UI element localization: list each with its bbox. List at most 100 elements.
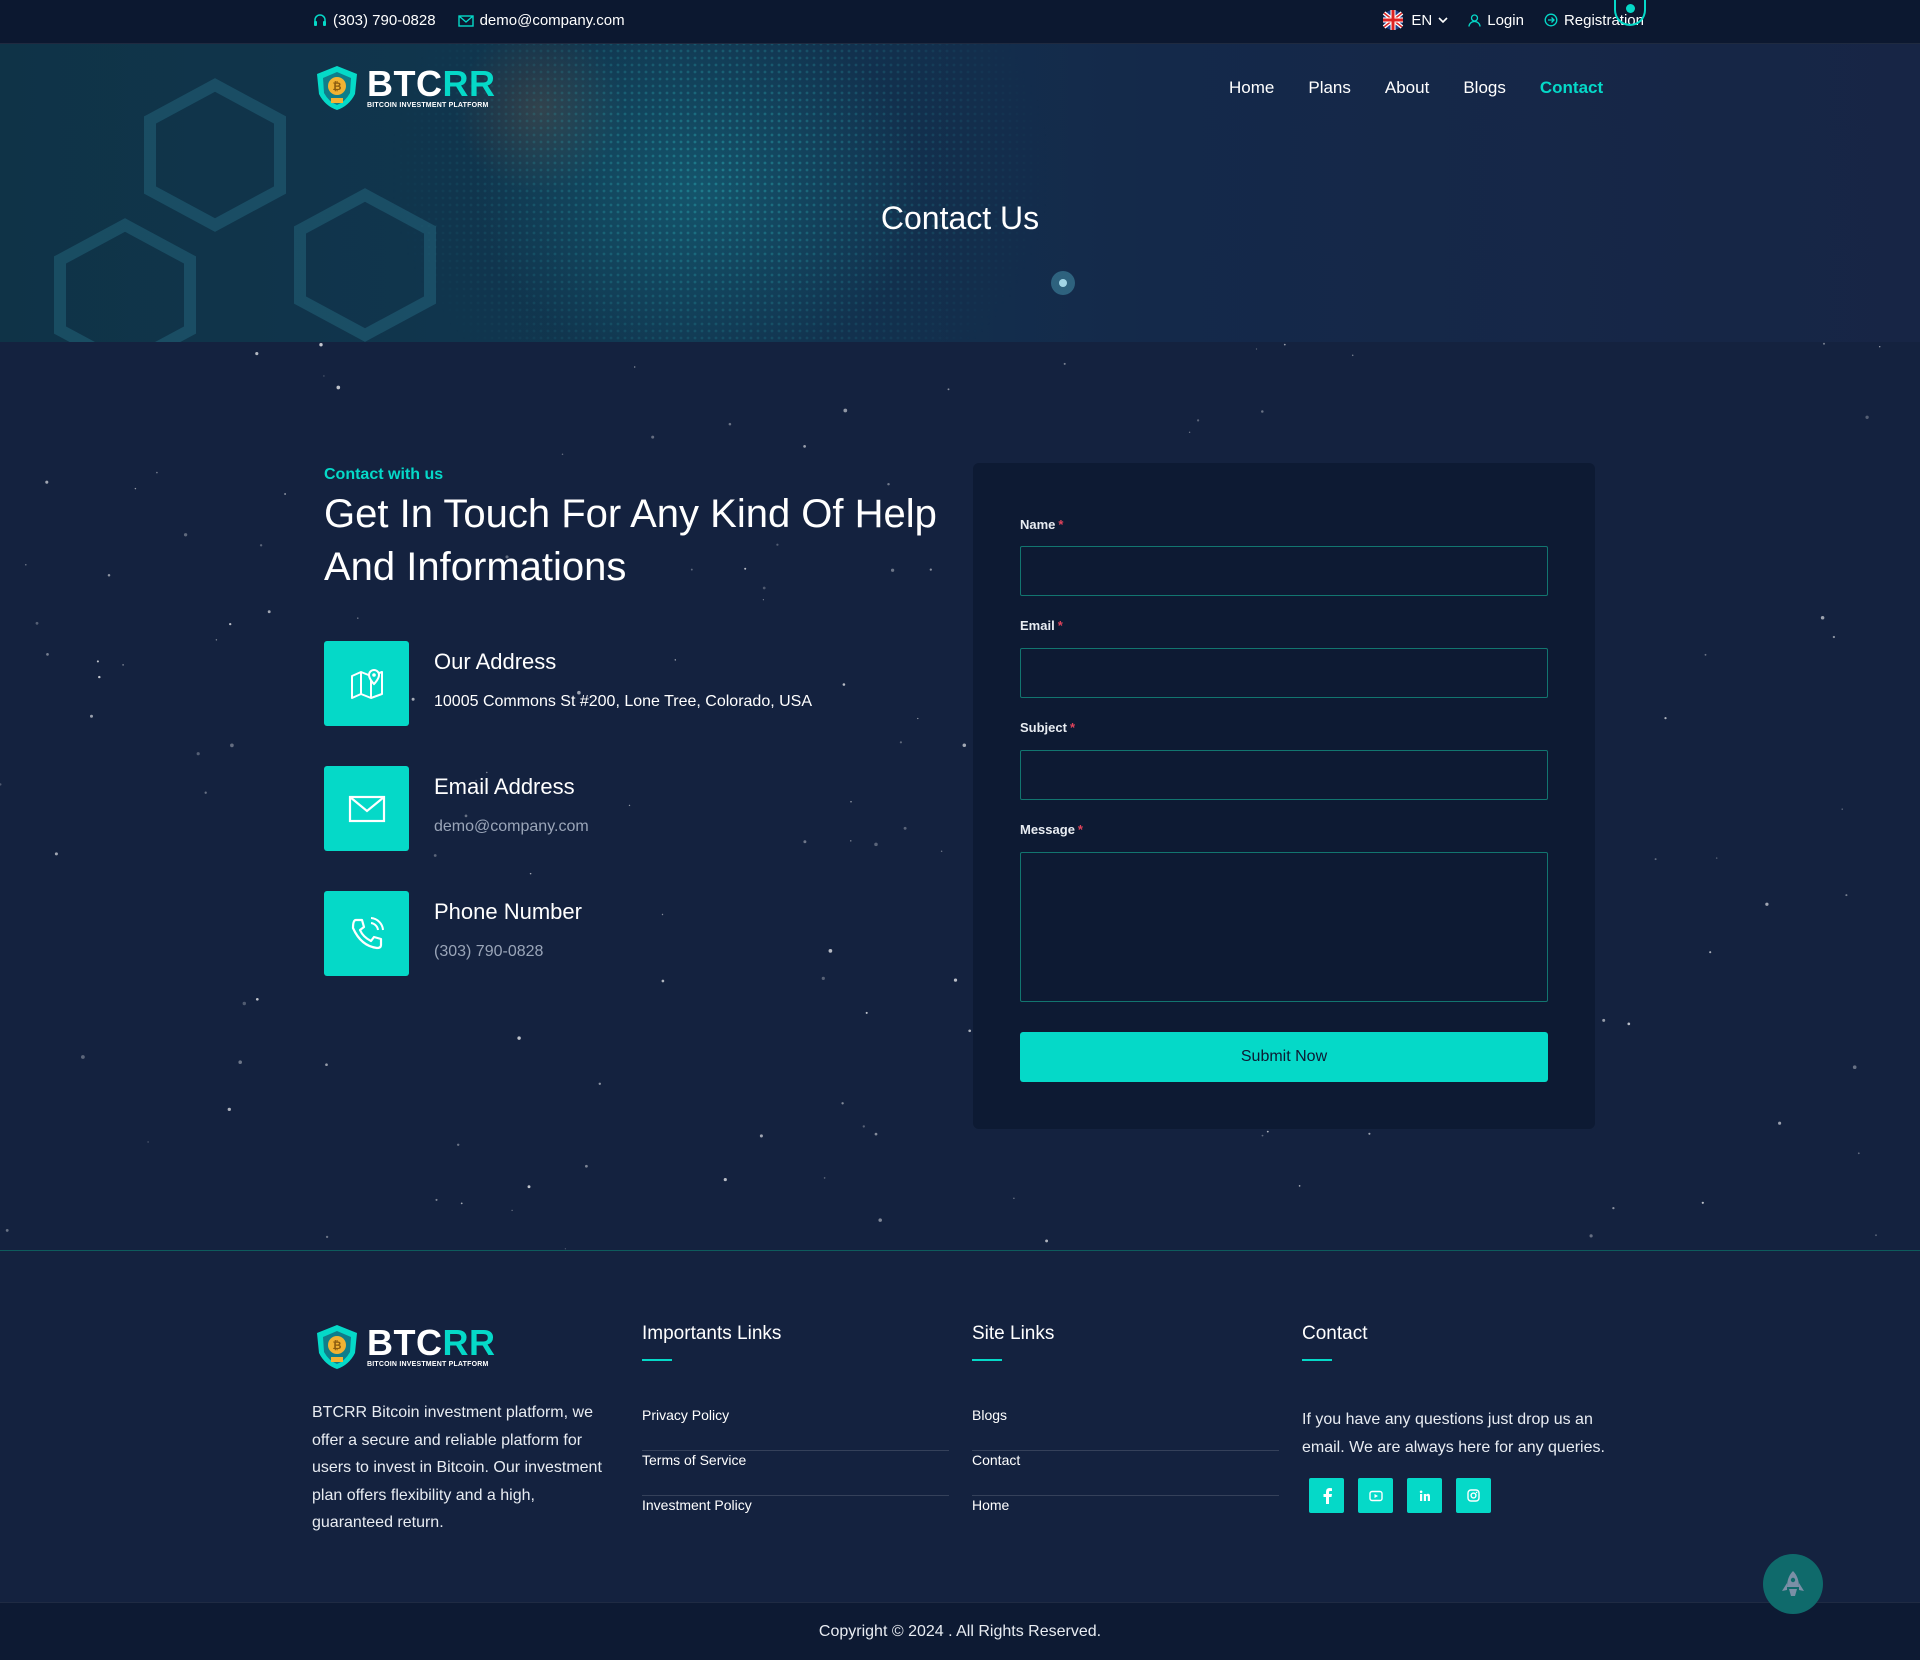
hero-background xyxy=(54,0,1080,342)
topbar-email[interactable]: demo@company.com xyxy=(457,12,625,29)
star xyxy=(517,1036,521,1040)
star xyxy=(134,487,137,490)
footer-logo[interactable]: ₿ BTCRR BITCOIN INVESTMENT PLATFORM xyxy=(313,1323,496,1371)
page-title: Contact Us xyxy=(880,200,1040,236)
info-email: Email Address demo@company.com xyxy=(324,766,589,851)
star xyxy=(634,366,636,368)
star xyxy=(1266,1130,1269,1133)
star xyxy=(1255,348,1258,350)
star xyxy=(215,639,218,641)
name-input[interactable] xyxy=(1020,546,1548,596)
nav-about[interactable]: About xyxy=(1385,78,1429,98)
star xyxy=(947,388,950,391)
facebook-link[interactable] xyxy=(1309,1478,1344,1513)
footer-contact-text: If you have any questions just drop us a… xyxy=(1302,1411,1605,1456)
youtube-icon xyxy=(1368,1490,1383,1501)
star xyxy=(1709,951,1712,954)
star xyxy=(456,1143,460,1147)
star xyxy=(968,1029,972,1033)
star xyxy=(823,1177,826,1179)
star xyxy=(628,804,631,807)
star xyxy=(196,752,200,756)
star xyxy=(917,717,919,720)
star xyxy=(661,913,664,916)
star xyxy=(1852,1065,1857,1070)
nav-contact[interactable]: Contact xyxy=(1540,78,1603,98)
star xyxy=(1701,1201,1704,1204)
link-terms-of-service[interactable]: Terms of Service xyxy=(642,1451,949,1496)
star xyxy=(862,1125,865,1128)
star xyxy=(1261,410,1264,413)
link-privacy-policy[interactable]: Privacy Policy xyxy=(642,1406,949,1451)
star xyxy=(238,1060,242,1064)
topbar-email-text: demo@company.com xyxy=(479,12,625,29)
nav-home[interactable]: Home xyxy=(1229,78,1274,98)
star xyxy=(953,978,958,982)
youtube-link[interactable] xyxy=(1358,1478,1393,1513)
info-phone: Phone Number (303) 790-0828 xyxy=(324,891,582,976)
star xyxy=(1857,1152,1860,1155)
star xyxy=(1878,345,1881,348)
star xyxy=(759,1134,763,1138)
star xyxy=(45,480,49,484)
link-home[interactable]: Home xyxy=(972,1496,1279,1541)
uk-flag-icon xyxy=(1383,10,1404,30)
star xyxy=(874,1132,878,1136)
copyright: Copyright © 2024 . All Rights Reserved. xyxy=(818,1623,1102,1640)
topbar-phone[interactable]: (303) 790-0828 xyxy=(313,12,436,29)
language-label: EN xyxy=(1411,11,1433,29)
linkedin-link[interactable] xyxy=(1407,1478,1442,1513)
phone-value[interactable]: (303) 790-0828 xyxy=(434,943,582,961)
section-heading: Get In Touch For Any Kind Of Help And In… xyxy=(324,492,937,589)
star xyxy=(1283,343,1286,346)
email-value[interactable]: demo@company.com xyxy=(434,818,589,836)
social-links xyxy=(1302,1478,1622,1513)
header-logo[interactable]: ₿ BTCRR BITCOIN INVESTMENT PLATFORM xyxy=(313,64,496,112)
star xyxy=(1820,615,1825,620)
instagram-link[interactable] xyxy=(1456,1478,1491,1513)
email-input[interactable] xyxy=(1020,648,1548,698)
star xyxy=(90,714,93,718)
star xyxy=(1715,857,1718,859)
star xyxy=(1612,1206,1615,1210)
star xyxy=(1589,1234,1593,1238)
map-pin-icon xyxy=(350,668,383,699)
link-blogs[interactable]: Blogs xyxy=(972,1406,1279,1451)
language-selector[interactable]: EN xyxy=(1381,10,1448,30)
login-label: Login xyxy=(1487,11,1524,29)
star xyxy=(435,1198,438,1201)
star xyxy=(527,1185,531,1189)
star xyxy=(1822,342,1826,345)
star xyxy=(1261,1134,1264,1137)
footer-brand-part1: BTC xyxy=(367,1322,443,1363)
rocket-icon xyxy=(1782,1571,1804,1596)
star xyxy=(887,482,890,486)
star xyxy=(54,852,58,856)
star xyxy=(803,445,806,448)
nav-plans[interactable]: Plans xyxy=(1308,78,1351,98)
submit-button[interactable]: Submit Now xyxy=(1020,1032,1548,1082)
star xyxy=(843,408,848,413)
address-title: Our Address xyxy=(434,649,557,674)
star xyxy=(46,653,49,656)
login-link[interactable]: Login xyxy=(1468,12,1524,29)
star xyxy=(1875,1234,1877,1237)
sign-in-icon xyxy=(1544,13,1558,27)
svg-text:₿: ₿ xyxy=(333,1340,342,1352)
subject-input[interactable] xyxy=(1020,750,1548,800)
footer-brand-part2: RR xyxy=(442,1322,496,1363)
starfield-background xyxy=(0,342,1881,1250)
scroll-to-top-button[interactable] xyxy=(1763,1554,1823,1614)
link-investment-policy[interactable]: Investment Policy xyxy=(642,1496,949,1541)
message-textarea[interactable] xyxy=(1020,852,1548,1002)
star xyxy=(723,1178,727,1182)
star xyxy=(1602,1018,1606,1022)
linkedin-icon xyxy=(1419,1490,1430,1501)
link-contact[interactable]: Contact xyxy=(972,1451,1279,1496)
nav-blogs[interactable]: Blogs xyxy=(1463,78,1506,98)
email-label: Email * xyxy=(1020,618,1063,633)
star xyxy=(284,493,287,495)
name-label: Name * xyxy=(1020,517,1064,532)
headset-icon xyxy=(314,13,326,26)
star xyxy=(598,1082,601,1085)
